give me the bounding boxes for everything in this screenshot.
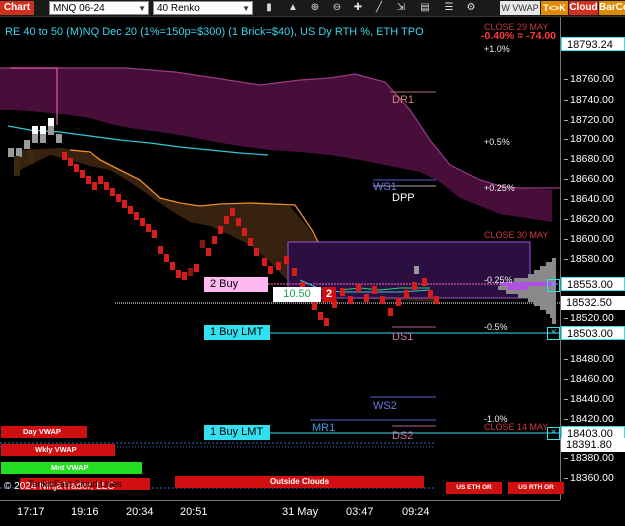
- draw-line-icon[interactable]: ╱: [372, 1, 386, 15]
- price-label: 18580.00: [564, 253, 614, 265]
- crosshair-icon[interactable]: ✚: [351, 1, 365, 15]
- time-label: 31 May: [282, 506, 319, 518]
- level-ws2: WS2: [373, 400, 397, 412]
- pct-plus-025: +0.25%: [484, 183, 515, 193]
- chevron-down-icon: ▼: [242, 4, 250, 13]
- instrument-selector[interactable]: MNQ 06-24 ▼: [49, 1, 149, 15]
- bar-type-selector[interactable]: 40 Renko ▼: [153, 1, 253, 15]
- pointer-icon[interactable]: ⇲: [394, 1, 408, 15]
- indicator-name: TenkinFast Cloud Lines: [28, 479, 122, 489]
- wkly-vwap-button[interactable]: Wkly VWAP: [1, 444, 115, 456]
- level-dr1: DR1: [392, 94, 415, 106]
- time-label: 03:47: [346, 506, 374, 518]
- chart-trader-icon[interactable]: ▤: [418, 1, 432, 15]
- price-label: 18680.00: [564, 153, 614, 165]
- zoom-in-icon[interactable]: ⊕: [308, 1, 322, 15]
- price-label: 18480.00: [564, 353, 614, 365]
- price-label: 18740.00: [564, 94, 614, 106]
- price-label: 18660.00: [564, 173, 614, 185]
- time-label: 17:17: [17, 506, 45, 518]
- tk-button[interactable]: T<>K: [541, 1, 568, 15]
- zoom-out-icon[interactable]: ⊖: [330, 1, 344, 15]
- cancel-order-button[interactable]: ×: [547, 427, 560, 440]
- level-dpp: DPP: [392, 192, 415, 204]
- mnt-vwap-button[interactable]: Mnt VWAP: [1, 462, 142, 474]
- price-label: 18640.00: [564, 193, 614, 205]
- price-label: 18360.00: [564, 472, 614, 484]
- properties-icon[interactable]: ☰: [442, 1, 456, 15]
- order-quantity[interactable]: 2: [322, 287, 336, 302]
- price-label: 18420.00: [564, 413, 614, 425]
- level-close-14: CLOSE 14 MAY: [484, 422, 549, 432]
- chart-title: RE 40 to 50 (M)NQ Dec 20 (1%=150p=$300) …: [5, 26, 424, 38]
- price-label: 18460.00: [564, 373, 614, 385]
- pct-minus-05: -0.5%: [484, 322, 508, 332]
- level-close-30: CLOSE 30 MAY: [484, 230, 549, 240]
- price-label: 18700.00: [564, 133, 614, 145]
- barco-button[interactable]: BarCo: [599, 1, 625, 15]
- cancel-order-button[interactable]: ×: [547, 279, 560, 292]
- cancel-order-button[interactable]: ×: [547, 327, 560, 340]
- level-ds2: DS2: [392, 430, 414, 442]
- price-label: 18720.00: [564, 114, 614, 126]
- time-label: 09:24: [402, 506, 430, 518]
- day-vwap-button[interactable]: Day VWAP: [1, 426, 87, 438]
- chevron-down-icon: ▼: [138, 4, 146, 13]
- price-label: 18760.00: [564, 73, 614, 85]
- price-label: 18380.00: [564, 452, 614, 464]
- buy-slm-order[interactable]: 2 Buy SLM: [204, 277, 268, 305]
- price-label: 18600.00: [564, 233, 614, 245]
- time-label: 20:34: [126, 506, 154, 518]
- price-label: 18620.00: [564, 213, 614, 225]
- us-rth-or-button[interactable]: US RTH OR: [508, 482, 564, 494]
- change-readout: -0.40% = -74.00: [481, 30, 557, 42]
- price-box-buy-slm: 18553.00: [561, 277, 625, 291]
- instrument-value: MNQ 06-24: [53, 3, 105, 14]
- price-box-level: 18391.80: [561, 438, 625, 452]
- chart-toolbar: Chart MNQ 06-24 ▼ 40 Renko ▼ ▮ ▲ ⊕ ⊖ ✚ ╱…: [0, 0, 625, 17]
- pct-minus-025: -0.25%: [484, 275, 513, 285]
- cloud-button[interactable]: Cloud: [569, 1, 598, 15]
- upper-cloud: [0, 68, 552, 222]
- chart-tab[interactable]: Chart: [0, 1, 34, 15]
- w-vwap-button[interactable]: W VWAP: [500, 1, 540, 15]
- pct-plus-1: +1.0%: [484, 44, 510, 54]
- settings-icon[interactable]: ⚙: [464, 1, 478, 15]
- level-ds1: DS1: [392, 331, 414, 343]
- buy-lmt-order-1[interactable]: 1 Buy LMT: [204, 325, 270, 340]
- outside-clouds-button[interactable]: Outside Clouds: [175, 476, 424, 488]
- bar-type-value: 40 Renko: [157, 3, 200, 14]
- order-price-tag[interactable]: 10.50: [273, 287, 321, 302]
- price-label: 18440.00: [564, 393, 614, 405]
- us-eth-or-button[interactable]: US ETH OR: [446, 482, 502, 494]
- price-box-buy-lmt-1: 18503.00: [561, 326, 625, 340]
- bar-chart-icon[interactable]: ▮: [262, 1, 276, 15]
- buy-lmt-order-2[interactable]: 1 Buy LMT: [204, 425, 270, 440]
- level-mr1: MR1: [312, 422, 336, 434]
- price-box-current-high: 18793.24: [561, 37, 625, 51]
- indicators-icon[interactable]: ▲: [286, 1, 300, 15]
- time-label: 20:51: [180, 506, 208, 518]
- price-box-last: 18532.50: [561, 296, 625, 310]
- price-label: 18520.00: [564, 312, 614, 324]
- time-label: 19:16: [71, 506, 99, 518]
- pct-plus-05: +0.5%: [484, 137, 510, 147]
